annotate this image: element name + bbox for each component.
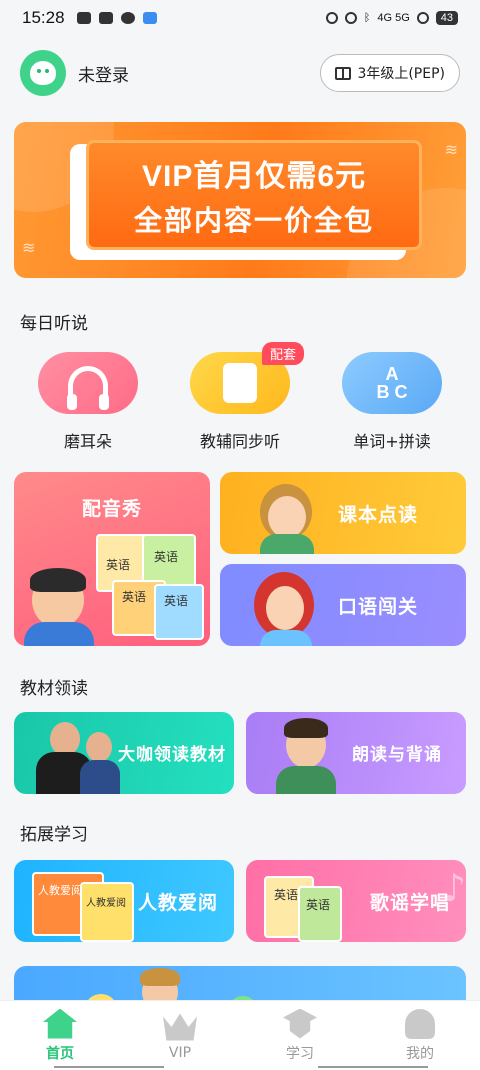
recite-card[interactable]: 朗读与背诵 xyxy=(246,712,466,794)
daily-item-sync-listen[interactable]: 配套 教辅同步听 xyxy=(170,342,310,452)
pep-reading-card[interactable]: 人教爱阅 人教爱阅 人教爱阅 xyxy=(14,860,234,942)
section-title-daily: 每日听说 xyxy=(20,314,88,334)
book-title: 英语 xyxy=(122,590,147,604)
expert-reading-label: 大咖领读教材 xyxy=(118,745,226,765)
book-title: 英语 xyxy=(306,898,331,912)
crown-icon xyxy=(163,1013,197,1041)
mascot-icon xyxy=(30,61,56,85)
word-phonics-pill: AB C xyxy=(342,352,442,414)
girl-shirt xyxy=(260,534,314,554)
songs-label: 歌谣学唱 xyxy=(370,892,451,914)
daily-item-ear-training[interactable]: 磨耳朵 xyxy=(18,352,158,452)
textbook-reading-card[interactable]: 课本点读 xyxy=(220,472,466,554)
user-icon xyxy=(405,1008,435,1039)
reading-book-image: 人教爱阅 xyxy=(80,882,134,942)
redhead-character xyxy=(266,586,304,630)
ear-training-label: 磨耳朵 xyxy=(63,432,112,451)
ear-training-pill xyxy=(38,352,138,414)
textbook-reading-label: 课本点读 xyxy=(338,504,419,526)
oral-challenge-label: 口语闯关 xyxy=(338,596,419,618)
bluetooth-icon: ᛒ xyxy=(363,12,371,24)
home-indicator-bar xyxy=(54,1066,164,1068)
book-title: 英语 xyxy=(164,594,189,608)
vip-headline: VIP首月仅需6元 xyxy=(141,160,367,193)
tab-study-label: 学习 xyxy=(286,1045,314,1062)
recite-label: 朗读与背诵 xyxy=(352,745,442,765)
bottom-tab-bar: 首页 VIP 学习 我的 xyxy=(0,1000,480,1070)
home-indicator-bar xyxy=(318,1066,428,1068)
teacher-character xyxy=(86,732,112,762)
section-title-extended: 拓展学习 xyxy=(20,825,88,845)
book-open-icon xyxy=(223,363,257,403)
tab-mine-label: 我的 xyxy=(406,1045,434,1062)
boy-hair xyxy=(30,568,86,592)
tab-vip[interactable]: VIP xyxy=(120,1001,240,1070)
book-title: 英语 xyxy=(274,888,299,902)
songs-card[interactable]: 英语 英语 歌谣学唱 ♪ xyxy=(246,860,466,942)
graduation-cap-icon xyxy=(283,1008,317,1039)
word-phonics-label: 单词+拼读 xyxy=(353,432,431,451)
boy-shirt xyxy=(24,622,94,646)
mute-icon xyxy=(344,12,357,24)
tab-study[interactable]: 学习 xyxy=(240,1001,360,1070)
wifi-icon xyxy=(416,12,429,24)
top-header: 未登录 3年级上(PEP) xyxy=(20,48,460,98)
tab-mine[interactable]: 我的 xyxy=(360,1001,480,1070)
battery-indicator: 43 xyxy=(435,11,458,25)
pep-reading-label: 人教爱阅 xyxy=(138,892,219,914)
banner-card-front: VIP首月仅需6元 全部内容一价全包 xyxy=(86,140,422,250)
tab-home[interactable]: 首页 xyxy=(0,1001,120,1070)
reader-hair xyxy=(284,718,328,738)
network-text: 4G 5G xyxy=(377,12,410,24)
abc-icon: AB C xyxy=(376,364,408,402)
browser-icon xyxy=(120,12,135,24)
vip-subline: 全部内容一价全包 xyxy=(133,204,374,237)
notification-icons xyxy=(76,12,157,24)
dubbing-label: 配音秀 xyxy=(82,498,143,520)
music-note-icon: ♪ xyxy=(442,866,466,910)
banner-character-hair xyxy=(140,968,180,986)
book-title: 英语 xyxy=(154,550,179,564)
wave-decoration: ≋ xyxy=(444,140,458,159)
alarm-icon xyxy=(325,12,338,24)
redhead-shirt xyxy=(260,630,312,646)
girl-character xyxy=(268,496,306,538)
status-time: 15:28 xyxy=(22,8,65,27)
textbook-image: 英语 xyxy=(154,584,204,640)
sync-listen-label: 教辅同步听 xyxy=(199,432,280,451)
home-icon xyxy=(43,1008,77,1039)
song-book-image: 英语 xyxy=(298,886,342,942)
match-badge: 配套 xyxy=(261,342,304,365)
system-indicators: ᛒ 4G 5G 43 xyxy=(325,11,458,25)
oral-challenge-card[interactable]: 口语闯关 xyxy=(220,564,466,646)
expert-reading-card[interactable]: 大咖领读教材 xyxy=(14,712,234,794)
headphone-icon xyxy=(67,366,109,410)
login-status-label[interactable]: 未登录 xyxy=(78,61,129,86)
status-bar: 15:28 ᛒ 4G 5G 43 xyxy=(0,0,480,36)
tab-vip-label: VIP xyxy=(168,1044,192,1061)
sync-listen-pill: 配套 xyxy=(190,342,304,414)
book-title: 人教爱阅 xyxy=(38,884,82,897)
vip-promo-banner[interactable]: ≋ ≋ VIP首月仅需6元 全部内容一价全包 xyxy=(14,122,466,278)
book-title: 英语 xyxy=(106,558,131,572)
dubbing-card[interactable]: 配音秀 英语 英语 英语 英语 xyxy=(14,472,210,646)
tab-home-label: 首页 xyxy=(46,1045,74,1062)
app-notification-icon xyxy=(76,12,91,24)
wave-decoration: ≋ xyxy=(22,238,36,257)
section-title-textbook: 教材领读 xyxy=(20,679,88,699)
user-avatar[interactable] xyxy=(20,50,66,96)
mail-icon xyxy=(98,12,113,24)
daily-item-word-phonics[interactable]: AB C 单词+拼读 xyxy=(322,352,462,452)
send-icon xyxy=(142,12,157,24)
grade-label: 3年级上(PEP) xyxy=(357,66,445,82)
teacher-suit xyxy=(80,760,120,794)
reader-shirt xyxy=(276,766,336,794)
book-icon xyxy=(335,66,352,80)
book-title: 人教爱阅 xyxy=(86,898,126,909)
grade-selector-button[interactable]: 3年级上(PEP) xyxy=(320,54,460,92)
teacher-character xyxy=(50,722,80,756)
